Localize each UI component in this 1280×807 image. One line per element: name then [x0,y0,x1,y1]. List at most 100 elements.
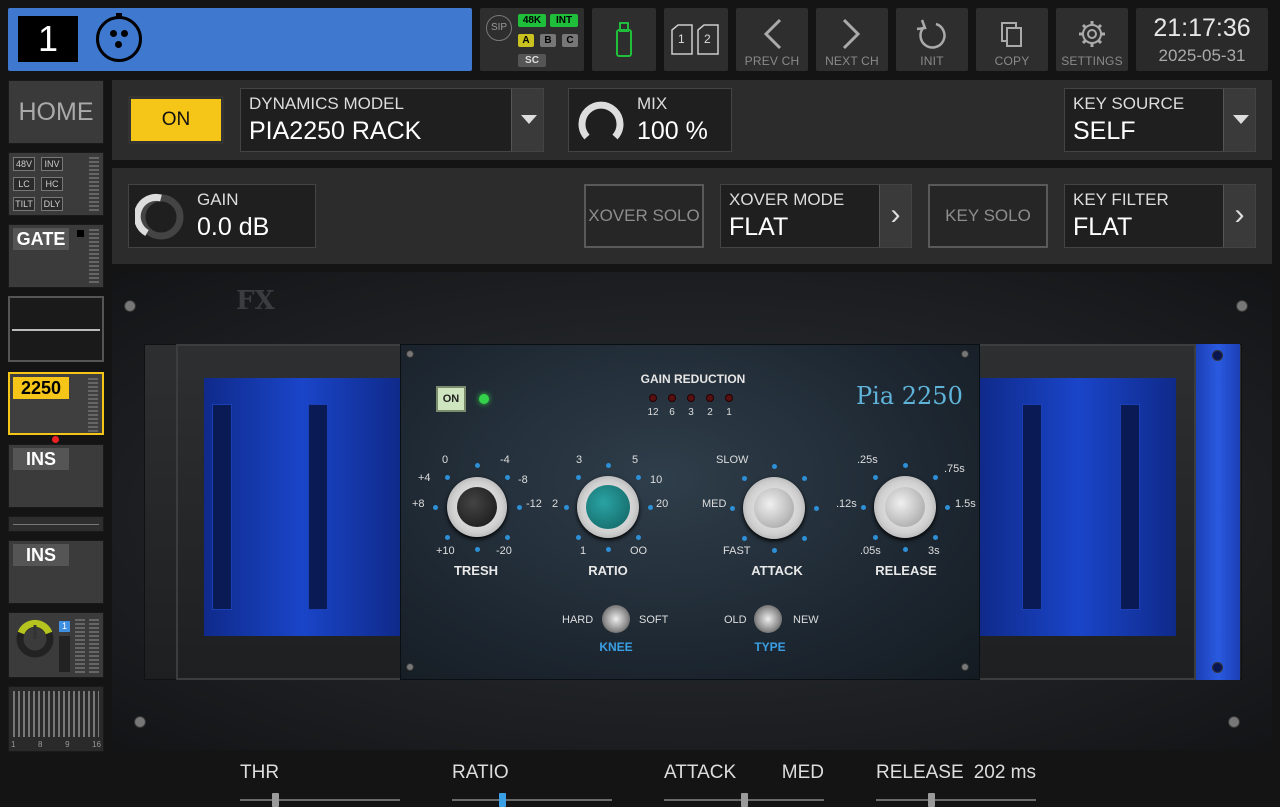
dynamics-on-button[interactable]: ON [128,96,224,144]
ratio-knob[interactable] [577,476,639,538]
sd-slot-2: 2 [704,32,711,46]
key-filter-selector[interactable]: KEY FILTER FLAT › [1064,184,1256,248]
ratio-scale: 5 [632,454,639,466]
next-ch-button[interactable]: NEXT CH [816,8,888,71]
mix-control[interactable]: MIX 100 % [568,88,732,152]
scale-1: 1 [11,740,16,749]
release-scale: .05s [860,545,881,557]
hc-badge: HC [41,177,63,191]
chevron-right-icon: › [879,185,911,247]
gate-meter [89,229,99,285]
dly-badge: DLY [41,197,63,211]
channel-number: 1 [18,16,78,62]
chevron-right-icon [842,18,861,50]
prev-ch-button[interactable]: PREV CH [736,8,808,71]
fader-position-strip[interactable] [8,516,104,532]
tresh-label: TRESH [453,563,499,578]
gain-control[interactable]: GAIN 0.0 dB [128,184,316,248]
release-scale: .12s [836,498,857,510]
bus-meters-strip[interactable]: 1 8 9 16 [8,686,104,752]
knob-scale-dot [606,547,611,552]
sd-card-button[interactable]: 1 2 [664,8,728,71]
slot-left-1 [212,404,232,610]
ratio-slider-thumb[interactable] [499,793,507,807]
type-toggle[interactable] [754,605,782,633]
key-solo-button[interactable]: KEY SOLO [928,184,1048,248]
settings-button[interactable]: SETTINGS [1056,8,1128,71]
attack-label: ATTACK [751,563,803,578]
attack-slider-thumb[interactable] [740,793,748,807]
key-source-label: KEY SOURCE [1073,94,1185,113]
release-slider-thumb[interactable] [928,793,936,807]
attack-scale: FAST [723,545,751,557]
scale-9: 9 [65,740,70,749]
init-label: INIT [920,54,944,68]
scale-8: 8 [38,740,43,749]
next-ch-label: NEXT CH [825,54,879,68]
ratio-label: RATIO [588,563,628,578]
bus-meter-scale: 1 8 9 16 [11,740,101,749]
dynamics-model-dropdown[interactable]: DYNAMICS MODEL PIA2250 RACK [240,88,544,152]
release-knob[interactable] [874,476,936,538]
panning-strip[interactable]: 1 [8,612,104,678]
gain-reduction-title: GAIN REDUCTION [640,372,746,386]
slot-left-2 [308,404,328,610]
faceplate-screw [406,350,414,358]
send-meter [59,636,70,672]
xover-solo-button[interactable]: XOVER SOLO [584,184,704,248]
init-button[interactable]: INIT [896,8,968,71]
gate-indicator [77,230,84,237]
tresh-knob[interactable] [447,477,507,537]
faceplate-screw [406,663,414,671]
brand-logo: Pia 2250 [856,382,963,410]
home-button[interactable]: HOME [8,80,104,144]
key-source-dropdown[interactable]: KEY SOURCE SELF [1064,88,1256,152]
xlr-input-icon [96,13,142,62]
tresh-scale: -4 [500,454,510,466]
mix-value: 100 % [637,117,708,145]
48v-badge: 48V [13,157,35,171]
usb-button[interactable] [592,8,656,71]
knob-scale-dot [861,505,866,510]
dynamics-strip[interactable]: 2250 [8,372,104,435]
release-label: RELEASE [875,563,937,578]
gate-strip[interactable]: GATE [8,224,104,288]
gr-led-label: 3 [688,407,694,418]
ratio-track [452,799,612,801]
attack-knob[interactable] [743,477,805,539]
plugin-on-button[interactable]: ON [436,386,466,412]
copy-icon [1001,22,1022,47]
tresh-scale: -8 [518,474,528,486]
sync-status-panel[interactable]: SIP 48K INT A B C SC [480,8,584,71]
power-led [479,394,489,404]
gr-led-label: 2 [707,407,713,418]
copy-button[interactable]: COPY [976,8,1048,71]
release-scale: 1.5s [955,498,976,510]
thr-slider-thumb[interactable] [272,793,280,807]
eq-strip[interactable] [8,296,104,362]
knob-scale-dot [772,464,777,469]
preamp-meter [89,157,99,213]
faceplate-screw [961,663,969,671]
bus-b-badge: B [540,34,556,47]
parameter-bar: THR RATIO ATTACK MED RELEASE 202 ms [0,752,1280,807]
preamp-strip[interactable]: 48V INV LC HC TILT DLY [8,152,104,216]
inv-badge: INV [41,157,63,171]
insert-point-marker [52,436,59,443]
tresh-scale: +10 [436,545,455,557]
ratio-scale: OO [630,545,648,557]
dynamics-model-label: DYNAMICS MODEL [249,94,404,113]
ratio-knob-cap [586,485,630,529]
rack-screw [134,716,146,728]
tresh-knob-cap [457,487,497,527]
thr-track [240,799,400,801]
clock-date: 2025-05-31 [1158,46,1246,65]
insert-1-strip[interactable]: INS [8,444,104,508]
knee-toggle[interactable] [602,605,630,633]
insert-2-strip[interactable]: INS [8,540,104,604]
knee-label: KNEE [599,640,633,654]
xover-mode-selector[interactable]: XOVER MODE FLAT › [720,184,912,248]
blue-panel-left [204,378,400,636]
settings-label: SETTINGS [1061,54,1123,68]
handle-screw [1212,350,1223,361]
